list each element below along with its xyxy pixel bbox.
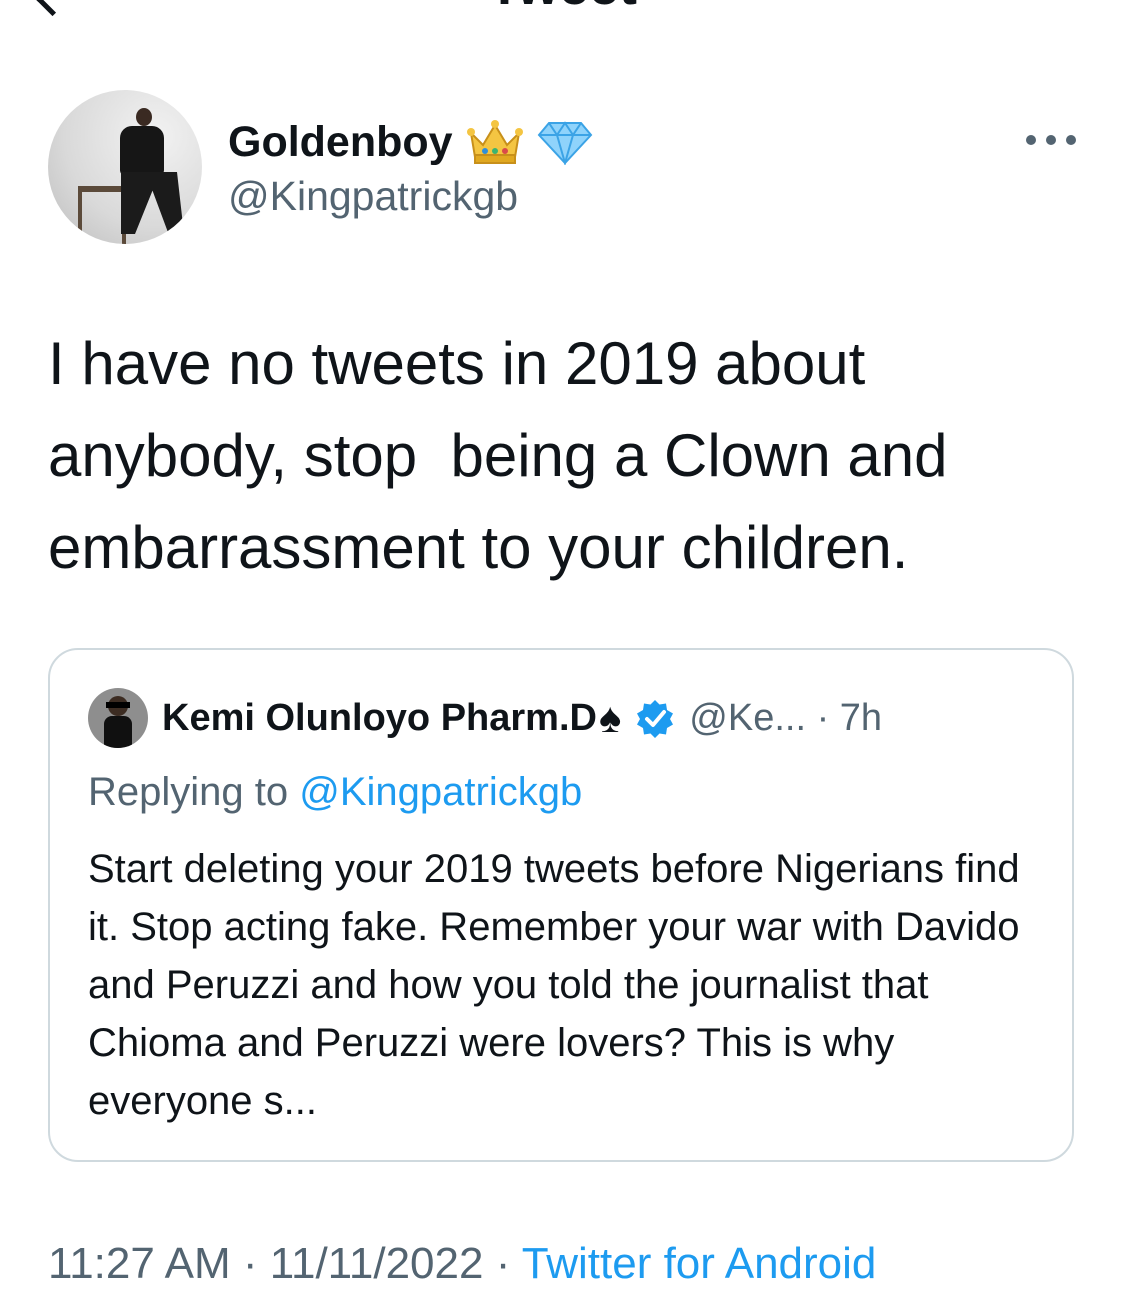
replying-to-label: Replying to xyxy=(88,770,289,814)
more-dot xyxy=(1026,135,1036,145)
quoted-tweet-card[interactable]: Kemi Olunloyo Pharm.D ♠ @Ke... · 7h Repl… xyxy=(48,648,1074,1162)
author-display-name[interactable]: Goldenboy xyxy=(228,116,453,168)
author-name-row[interactable]: Goldenboy xyxy=(228,116,593,168)
meta-separator: · xyxy=(242,1239,258,1288)
more-dot xyxy=(1046,135,1056,145)
meta-separator: · xyxy=(495,1239,511,1288)
quoted-tweet-header: Kemi Olunloyo Pharm.D ♠ @Ke... · 7h xyxy=(162,692,882,744)
avatar-stool-shape xyxy=(78,186,126,244)
tweet-text: I have no tweets in 2019 about anybody, … xyxy=(48,330,965,581)
crown-emoji-icon xyxy=(466,119,523,165)
tweet-source-link[interactable]: Twitter for Android xyxy=(522,1239,877,1288)
avatar-figure-body xyxy=(120,126,164,176)
avatar-figure-legs xyxy=(121,172,184,234)
top-navigation-bar: Tweet xyxy=(0,0,1125,40)
avatar-figure-head xyxy=(136,108,152,126)
tweet-time: 11:27 AM xyxy=(48,1239,231,1288)
replying-to-mention[interactable]: @Kingpatrickgb xyxy=(299,770,582,814)
author-avatar[interactable] xyxy=(48,90,202,244)
quoted-handle-time: @Ke... · 7h xyxy=(689,697,883,739)
quoted-avatar-body xyxy=(104,716,132,748)
quoted-author-name: Kemi Olunloyo Pharm.D xyxy=(162,697,597,739)
author-handle[interactable]: @Kingpatrickgb xyxy=(228,170,518,222)
spade-icon: ♠ xyxy=(598,694,622,741)
more-dot xyxy=(1066,135,1076,145)
more-options-icon[interactable] xyxy=(1026,128,1076,152)
quoted-avatar-glasses xyxy=(106,702,130,708)
gem-emoji-icon xyxy=(537,119,593,167)
tweet-date: 11/11/2022 xyxy=(269,1239,484,1288)
quoted-tweet-text: Start deleting your 2019 tweets before N… xyxy=(88,847,1020,1123)
page-title: Tweet xyxy=(0,0,1125,16)
replying-to-line: Replying to @Kingpatrickgb xyxy=(88,766,582,818)
tweet-timestamp-line: 11:27 AM · 11/11/2022 · Twitter for Andr… xyxy=(48,1236,876,1292)
quoted-author-avatar xyxy=(88,688,148,748)
verified-badge-icon xyxy=(635,698,675,738)
